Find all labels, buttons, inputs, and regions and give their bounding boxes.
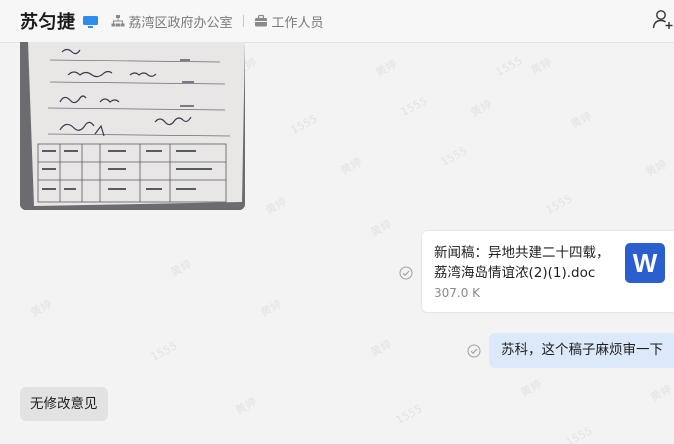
watermark-text: 黄婷 (233, 395, 259, 418)
watermark-text: 1555 (288, 112, 320, 137)
department-label[interactable]: 荔湾区政府办公室 (129, 12, 233, 31)
briefcase-icon (254, 14, 268, 28)
read-status-icon (399, 265, 413, 280)
watermark-text: 黄婷 (468, 97, 494, 120)
watermark-text: 黄婷 (368, 337, 394, 360)
desktop-online-icon (82, 14, 99, 28)
watermark-text: 黄婷 (368, 217, 394, 240)
watermark-text: 黄婷 (28, 297, 54, 320)
photo-document-image (20, 42, 245, 210)
chat-header: 苏匀捷 荔湾区政府办公室 工作人员 (0, 0, 674, 43)
contact-meta: 荔湾区政府办公室 工作人员 (111, 12, 324, 31)
read-status-icon (467, 343, 481, 358)
watermark-text: 黄婷 (518, 377, 544, 400)
watermark-text: 黄婷 (168, 257, 194, 280)
org-chart-icon (111, 14, 125, 28)
watermark-text: 黄婷 (338, 155, 364, 178)
watermark-text: 1555 (543, 192, 575, 217)
image-message[interactable] (20, 42, 245, 210)
file-size: 307.0 K (434, 286, 481, 300)
watermark-text: 1555 (393, 402, 425, 427)
watermark-text: 黄婷 (648, 382, 674, 405)
watermark-text: 1555 (493, 54, 525, 79)
watermark-text: 黄婷 (528, 55, 554, 78)
outgoing-text-message[interactable]: 苏科，这个稿子麻烦审一下 (489, 333, 674, 368)
incoming-text-message[interactable]: 无修改意见 (20, 387, 108, 421)
watermark-text: 1555 (563, 424, 595, 444)
watermark-text: 黄婷 (568, 109, 594, 132)
watermark-text: 1555 (438, 144, 470, 169)
word-document-icon: W (625, 243, 665, 283)
contact-name[interactable]: 苏匀捷 (20, 8, 76, 34)
watermark-text: 1555 (148, 339, 180, 364)
watermark-text: 黄婷 (373, 57, 399, 80)
file-name[interactable]: 新闻稿：异地共建二十四载，荔湾海岛情谊浓(2)(1).doc (434, 243, 614, 283)
watermark-text: 1555 (398, 94, 430, 119)
divider (242, 15, 244, 27)
file-message-card[interactable]: 新闻稿：异地共建二十四载，荔湾海岛情谊浓(2)(1).doc 307.0 K W (421, 230, 674, 313)
watermark-text: 黄婷 (258, 297, 284, 320)
watermark-text: 黄婷 (263, 195, 289, 218)
watermark-text: 黄婷 (643, 157, 669, 180)
role-label: 工作人员 (271, 15, 324, 31)
chat-window: 黄婷 1555 黄婷 黄婷 黄婷 1555 黄婷 黄婷 1555 1555 黄婷… (0, 0, 674, 444)
add-user-icon[interactable] (652, 8, 674, 30)
